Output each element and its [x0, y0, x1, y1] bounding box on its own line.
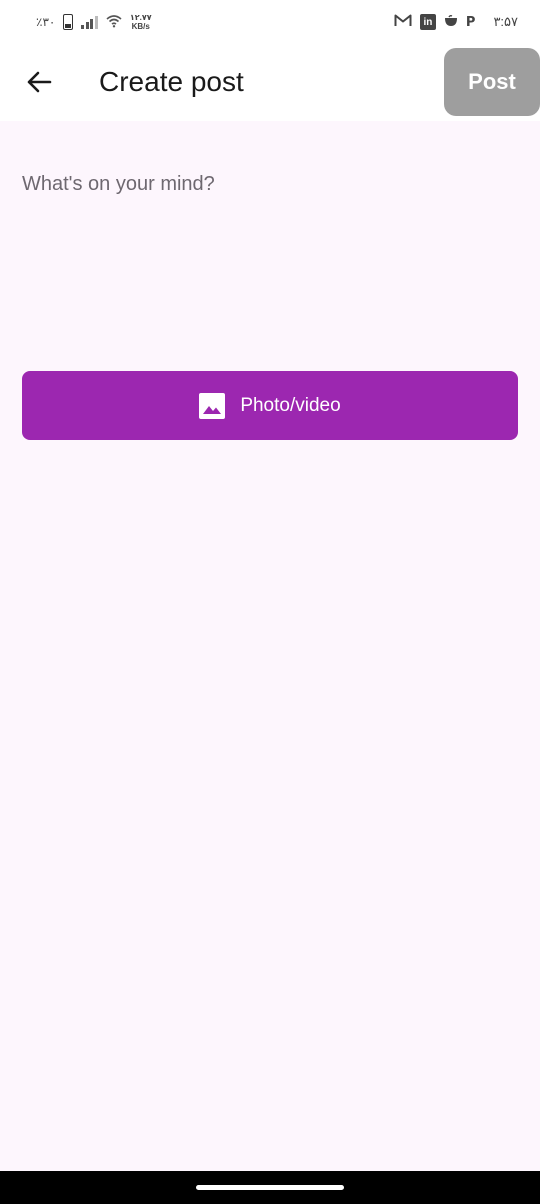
back-button[interactable] — [20, 62, 58, 102]
wifi-icon — [106, 14, 122, 31]
post-button[interactable]: Post — [444, 48, 540, 116]
status-right: in P ۳:۵۷ — [394, 14, 518, 31]
cup-icon — [444, 14, 458, 31]
gmail-icon — [394, 14, 412, 31]
battery-percent: ٪۳۰ — [36, 15, 56, 29]
system-nav-bar — [0, 1171, 540, 1204]
back-arrow-icon — [27, 71, 52, 93]
photo-video-label: Photo/video — [240, 394, 341, 416]
p-icon: P — [465, 14, 476, 30]
signal-icon — [81, 15, 98, 29]
app-bar: Create post Post — [0, 44, 540, 121]
network-speed: ۱۲.۷۷ KB/s — [130, 13, 152, 31]
page-title: Create post — [99, 66, 244, 97]
image-icon — [199, 392, 226, 419]
network-speed-unit: KB/s — [131, 22, 150, 31]
status-time: ۳:۵۷ — [493, 14, 518, 29]
status-left: ٪۳۰ ۱۲.۷۷ KB/s — [36, 13, 152, 31]
linkedin-icon: in — [419, 14, 436, 30]
post-text-input[interactable] — [22, 166, 518, 346]
battery-icon — [63, 14, 74, 30]
photo-video-button[interactable]: Photo/video — [22, 371, 518, 440]
network-speed-value: ۱۲.۷۷ — [129, 13, 152, 22]
home-indicator[interactable] — [196, 1185, 344, 1190]
status-bar: ٪۳۰ ۱۲.۷۷ KB/s in P ۳:۵۷ — [0, 0, 540, 44]
